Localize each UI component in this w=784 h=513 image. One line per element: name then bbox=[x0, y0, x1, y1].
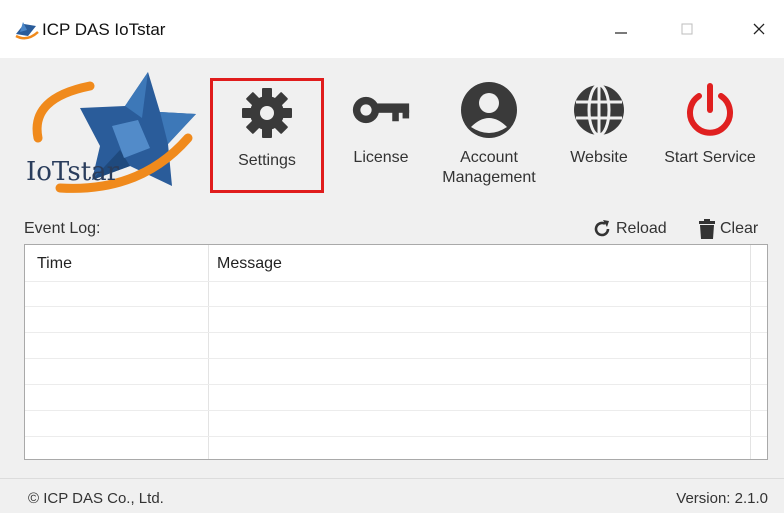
table-row bbox=[25, 332, 767, 333]
table-row bbox=[25, 436, 767, 437]
minimize-button[interactable] bbox=[598, 12, 644, 46]
close-button[interactable] bbox=[736, 12, 782, 46]
table-header: Time Message bbox=[25, 245, 767, 281]
close-icon bbox=[753, 23, 765, 35]
minimize-icon bbox=[615, 32, 627, 34]
account-management-button[interactable]: Account Management bbox=[430, 80, 548, 188]
table-row bbox=[25, 358, 767, 359]
account-label-line1: Account bbox=[460, 149, 518, 166]
table-row bbox=[25, 306, 767, 307]
user-icon bbox=[461, 82, 517, 138]
license-button[interactable]: License bbox=[338, 80, 424, 168]
globe-icon bbox=[574, 83, 624, 137]
reload-icon bbox=[594, 220, 610, 237]
column-divider bbox=[208, 245, 209, 459]
key-icon bbox=[352, 96, 410, 124]
account-label: Account Management bbox=[442, 148, 535, 188]
version-text: Version: 2.1.0 bbox=[676, 490, 768, 507]
gear-icon bbox=[242, 88, 292, 138]
title-bar: ICP DAS IoTstar bbox=[0, 0, 784, 58]
footer-divider bbox=[0, 478, 784, 479]
table-row bbox=[25, 384, 767, 385]
website-button[interactable]: Website bbox=[556, 80, 642, 168]
clear-button[interactable]: Clear bbox=[698, 217, 758, 241]
reload-button[interactable]: Reload bbox=[592, 217, 667, 241]
logo-text: IoTstar bbox=[26, 157, 120, 187]
column-header-message[interactable]: Message bbox=[217, 255, 282, 273]
window-title: ICP DAS IoTstar bbox=[42, 20, 166, 39]
license-label: License bbox=[353, 149, 409, 166]
event-log-label: Event Log: bbox=[24, 220, 101, 237]
reload-label: Reload bbox=[616, 220, 667, 237]
start-service-button[interactable]: Start Service bbox=[650, 80, 770, 168]
account-label-line2: Management bbox=[442, 169, 536, 186]
website-label: Website bbox=[570, 149, 628, 166]
column-divider bbox=[750, 245, 751, 459]
settings-label: Settings bbox=[238, 152, 296, 169]
power-icon bbox=[687, 83, 733, 136]
event-log-table[interactable]: Time Message bbox=[24, 244, 768, 460]
copyright-text: © ICP DAS Co., Ltd. bbox=[28, 490, 164, 507]
column-header-time[interactable]: Time bbox=[37, 255, 72, 273]
start-service-label: Start Service bbox=[664, 149, 756, 166]
app-icon bbox=[15, 22, 39, 40]
iotstar-logo: IoTstar bbox=[20, 68, 200, 193]
settings-button[interactable]: Settings bbox=[210, 78, 324, 193]
maximize-icon bbox=[681, 23, 693, 35]
maximize-button[interactable] bbox=[664, 12, 710, 46]
clear-label: Clear bbox=[720, 220, 759, 237]
trash-icon bbox=[699, 219, 715, 239]
table-row bbox=[25, 410, 767, 411]
table-row bbox=[25, 281, 767, 282]
